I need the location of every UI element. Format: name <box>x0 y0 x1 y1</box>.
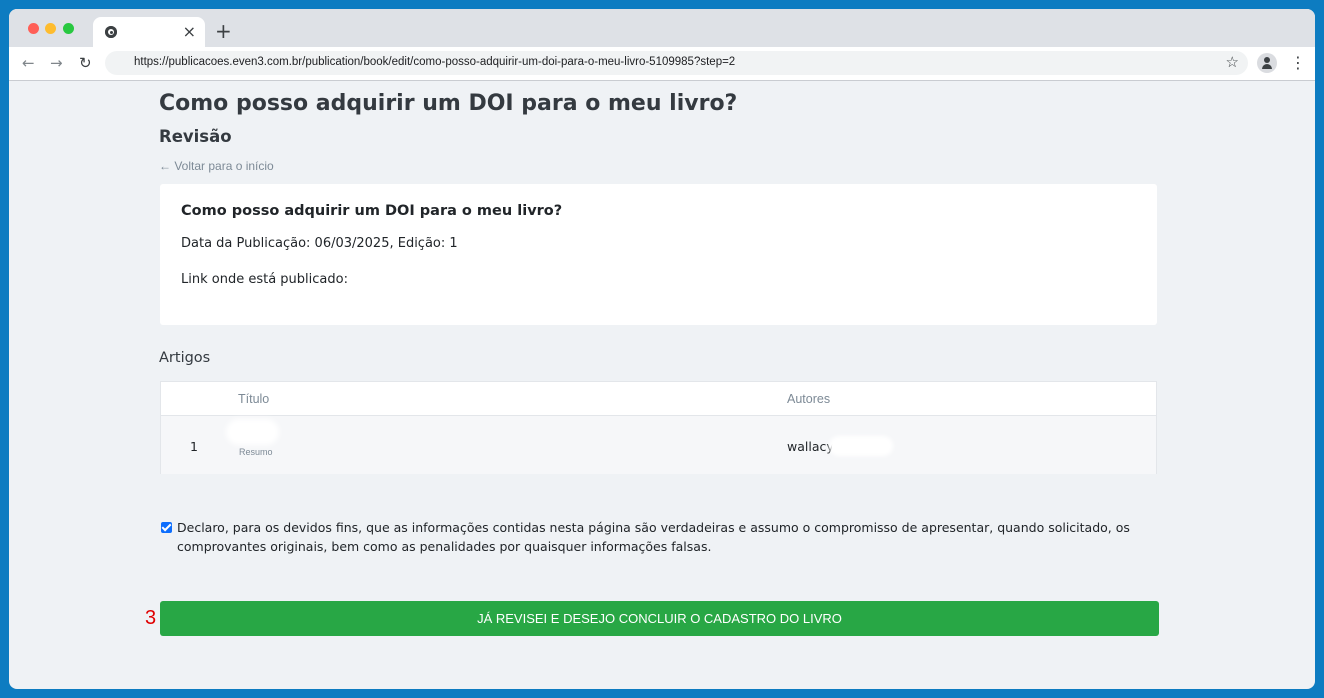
tab-close-icon[interactable]: × <box>183 22 196 42</box>
tab-strip: × + <box>9 9 1315 47</box>
back-arrow-icon[interactable]: ← <box>22 53 35 73</box>
step-marker: 3 <box>145 607 157 629</box>
address-bar[interactable]: https://publicacoes.even3.com.br/publica… <box>105 51 1248 75</box>
minimize-window-button[interactable] <box>45 23 56 34</box>
forward-arrow-icon[interactable]: → <box>50 53 63 73</box>
section-title: Revisão <box>159 127 232 146</box>
profile-icon[interactable] <box>1257 53 1277 73</box>
browser-toolbar: ← → ↻ https://publicacoes.even3.com.br/p… <box>9 47 1315 81</box>
publication-date-line: Data da Publicação: 06/03/2025, Edição: … <box>181 236 458 251</box>
summary-card: Como posso adquirir um DOI para o meu li… <box>160 184 1157 325</box>
published-link-line: Link onde está publicado: <box>181 272 348 287</box>
kebab-menu-icon[interactable]: ⋮ <box>1290 53 1306 73</box>
table-row: 1 Resumo wallacy <box>161 416 1156 474</box>
close-window-button[interactable] <box>28 23 39 34</box>
url-text[interactable]: https://publicacoes.even3.com.br/publica… <box>134 56 735 68</box>
finish-registration-button[interactable]: JÁ REVISEI E DESEJO CONCLUIR O CADASTRO … <box>160 601 1159 636</box>
browser-tab[interactable]: × <box>93 17 205 47</box>
maximize-window-button[interactable] <box>63 23 74 34</box>
articles-table: Título Autores 1 Resumo wallacy <box>160 381 1157 474</box>
new-tab-button[interactable]: + <box>215 19 232 43</box>
row-number: 1 <box>190 439 198 454</box>
articles-heading: Artigos <box>159 350 211 366</box>
page-content: Como posso adquirir um DOI para o meu li… <box>9 81 1315 689</box>
declaration-checkbox[interactable] <box>161 522 172 533</box>
column-header-title: Título <box>238 392 270 406</box>
table-header: Título Autores <box>161 382 1156 416</box>
declaration-text: Declaro, para os devidos fins, que as in… <box>177 520 1130 554</box>
card-title: Como posso adquirir um DOI para o meu li… <box>181 203 563 219</box>
column-header-authors: Autores <box>787 392 831 406</box>
back-to-start-link[interactable]: ← Voltar para o início <box>159 159 274 173</box>
page-title: Como posso adquirir um DOI para o meu li… <box>159 91 738 116</box>
bookmark-star-icon[interactable]: ☆ <box>1226 53 1239 71</box>
redacted-author-surname <box>832 439 890 453</box>
redacted-title <box>230 423 275 441</box>
resumo-link[interactable]: Resumo <box>239 447 273 457</box>
reload-icon[interactable]: ↻ <box>79 53 92 73</box>
chrome-favicon-icon <box>105 26 117 38</box>
row-author: wallacy <box>787 439 834 454</box>
browser-window: × + ← → ↻ https://publicacoes.even3.com.… <box>9 9 1315 689</box>
